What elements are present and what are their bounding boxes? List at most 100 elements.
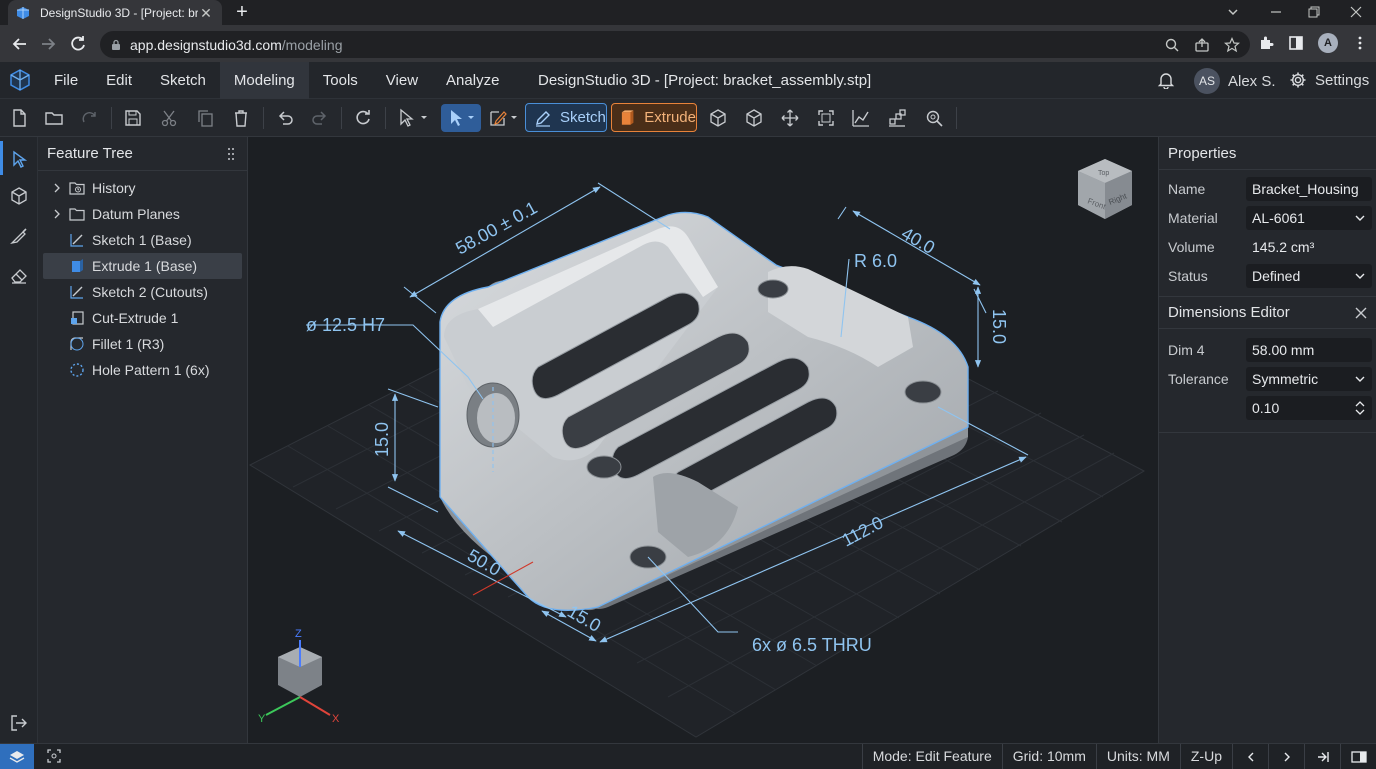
exit-panel-icon[interactable] <box>9 713 29 733</box>
tree-item-sketch-2[interactable]: Sketch 2 (Cutouts) <box>43 279 242 305</box>
shell-box-icon[interactable] <box>744 108 764 128</box>
profile-avatar[interactable]: A <box>1318 33 1338 53</box>
stepper-arrows-icon[interactable] <box>1354 400 1366 416</box>
status-up-axis[interactable]: Z-Up <box>1179 744 1232 769</box>
sketch-edit-dropdown-icon[interactable] <box>488 108 520 128</box>
save-icon[interactable] <box>123 108 143 128</box>
sketch-button[interactable]: Sketch <box>525 103 607 132</box>
forward-arrow-icon[interactable] <box>38 34 58 54</box>
prop-name-input[interactable]: Bracket_Housing <box>1246 176 1372 201</box>
user-menu[interactable]: AS Alex S. <box>1194 68 1276 94</box>
panel-toggle-button[interactable] <box>1340 744 1376 769</box>
close-window-icon[interactable] <box>1348 4 1364 20</box>
dim-overall-width[interactable]: 58.00 ± 0.1 <box>452 197 540 258</box>
site-info-icon[interactable] <box>110 39 122 51</box>
menu-tools[interactable]: Tools <box>309 62 372 99</box>
close-icon[interactable] <box>1354 306 1368 320</box>
browser-toolbar: app.designstudio3d.com/modeling A <box>0 25 1376 62</box>
extensions-puzzle-icon[interactable] <box>1258 35 1274 51</box>
side-panel-icon[interactable] <box>1288 35 1304 51</box>
material-select[interactable]: AL-6061 <box>1246 205 1372 230</box>
measure-graph-icon[interactable] <box>851 108 871 128</box>
minimize-window-icon[interactable] <box>1268 4 1284 20</box>
browser-menu-icon[interactable] <box>1352 35 1368 51</box>
pattern-grid-icon[interactable] <box>887 108 907 128</box>
chevron-right-icon[interactable] <box>53 183 61 193</box>
settings-button[interactable]: Settings <box>1289 71 1369 89</box>
dim-hole-callout[interactable]: 6x ø 6.5 THRU <box>752 635 872 655</box>
extrude-button[interactable]: Extrude <box>611 103 697 132</box>
new-file-icon[interactable] <box>9 108 29 128</box>
undo-icon[interactable] <box>275 108 295 128</box>
select-arrow-icon <box>451 110 474 126</box>
tree-item-hole-pattern-1[interactable]: Hole Pattern 1 (6x) <box>43 357 242 383</box>
open-folder-icon[interactable] <box>44 108 64 128</box>
copy-icon[interactable] <box>195 108 215 128</box>
view-cube[interactable]: Front Right Top <box>1078 159 1132 219</box>
new-tab-button[interactable]: + <box>232 2 252 22</box>
delete-trash-icon[interactable] <box>231 108 251 128</box>
tolerance-select[interactable]: Symmetric <box>1246 366 1372 391</box>
tree-item-sketch-1[interactable]: Sketch 1 (Base) <box>43 227 242 253</box>
redo-disabled-icon[interactable] <box>80 108 100 128</box>
restore-window-icon[interactable] <box>1306 4 1322 20</box>
bookmark-star-icon[interactable] <box>1224 36 1240 53</box>
status-select[interactable]: Defined <box>1246 263 1372 288</box>
eraser-icon[interactable] <box>9 265 29 285</box>
tolerance-amount-stepper[interactable]: 0.10 <box>1246 395 1372 420</box>
dim-depth-40[interactable]: 40.0 <box>898 223 938 258</box>
dim-boss-diameter[interactable]: ø 12.5 H7 <box>306 315 385 335</box>
axis-z-label: Z <box>295 628 302 640</box>
tree-item-cut-extrude-1[interactable]: Cut-Extrude 1 <box>43 305 242 331</box>
3d-viewport[interactable]: 58.00 ± 0.1 40.0 R 6.0 ø 12.5 H7 15.0 15… <box>248 137 1158 743</box>
layers-button[interactable] <box>0 744 34 769</box>
tree-item-history[interactable]: History <box>43 175 242 201</box>
next-button[interactable] <box>1268 744 1304 769</box>
menu-modeling[interactable]: Modeling <box>219 62 309 99</box>
select-pointer-icon[interactable] <box>9 149 29 169</box>
prop-name-row: Name Bracket_Housing <box>1159 174 1376 203</box>
tab-search-icon[interactable] <box>1225 4 1241 20</box>
tree-item-fillet-1[interactable]: Fillet 1 (R3) <box>43 331 242 357</box>
menu-view[interactable]: View <box>372 62 432 99</box>
snap-grid-icon[interactable] <box>46 748 62 764</box>
reload-icon[interactable] <box>68 34 88 54</box>
dim-value-input[interactable]: 58.00 mm <box>1246 337 1372 362</box>
app-logo-icon[interactable] <box>8 68 32 92</box>
notifications-bell-icon[interactable] <box>1157 71 1175 89</box>
close-tab-icon[interactable]: ✕ <box>198 5 214 21</box>
inspect-zoom-icon[interactable] <box>924 108 944 128</box>
zoom-icon[interactable] <box>1164 37 1180 53</box>
panel-options-icon[interactable] <box>223 146 239 162</box>
address-bar[interactable]: app.designstudio3d.com/modeling <box>100 31 1250 58</box>
skip-end-button[interactable] <box>1304 744 1340 769</box>
brush-tool-icon[interactable] <box>9 226 29 246</box>
toolbar-separator <box>263 107 264 129</box>
part-cube-icon[interactable] <box>9 186 29 206</box>
menu-file[interactable]: File <box>40 62 92 99</box>
cut-scissors-icon[interactable] <box>159 108 179 128</box>
back-arrow-icon[interactable] <box>10 34 30 54</box>
redo-icon[interactable] <box>310 108 330 128</box>
solid-box-icon[interactable] <box>708 108 728 128</box>
select-mode-dropdown-icon[interactable] <box>397 108 429 128</box>
browser-tab[interactable]: DesignStudio 3D - [Project: bracket_asse… <box>8 0 222 25</box>
tree-item-datum-planes[interactable]: Datum Planes <box>43 201 242 227</box>
status-grid[interactable]: Grid: 10mm <box>1001 744 1096 769</box>
model-canvas[interactable]: 58.00 ± 0.1 40.0 R 6.0 ø 12.5 H7 15.0 15… <box>248 137 1158 743</box>
status-units[interactable]: Units: MM <box>1095 744 1180 769</box>
share-icon[interactable] <box>1194 37 1210 53</box>
chevron-right-icon[interactable] <box>53 209 61 219</box>
menu-edit[interactable]: Edit <box>92 62 146 99</box>
fit-view-icon[interactable] <box>816 108 836 128</box>
previous-button[interactable] <box>1232 744 1268 769</box>
tree-item-extrude-1[interactable]: Extrude 1 (Base) <box>43 253 242 279</box>
menu-analyze[interactable]: Analyze <box>432 62 513 99</box>
move-arrows-icon[interactable] <box>780 108 800 128</box>
menu-sketch[interactable]: Sketch <box>146 62 220 99</box>
regenerate-icon[interactable] <box>353 108 373 128</box>
chevron-down-icon <box>1355 273 1365 279</box>
dim-height-right[interactable]: 15.0 <box>989 309 1009 344</box>
dim-radius[interactable]: R 6.0 <box>854 251 897 271</box>
dim-height-left[interactable]: 15.0 <box>372 422 392 457</box>
